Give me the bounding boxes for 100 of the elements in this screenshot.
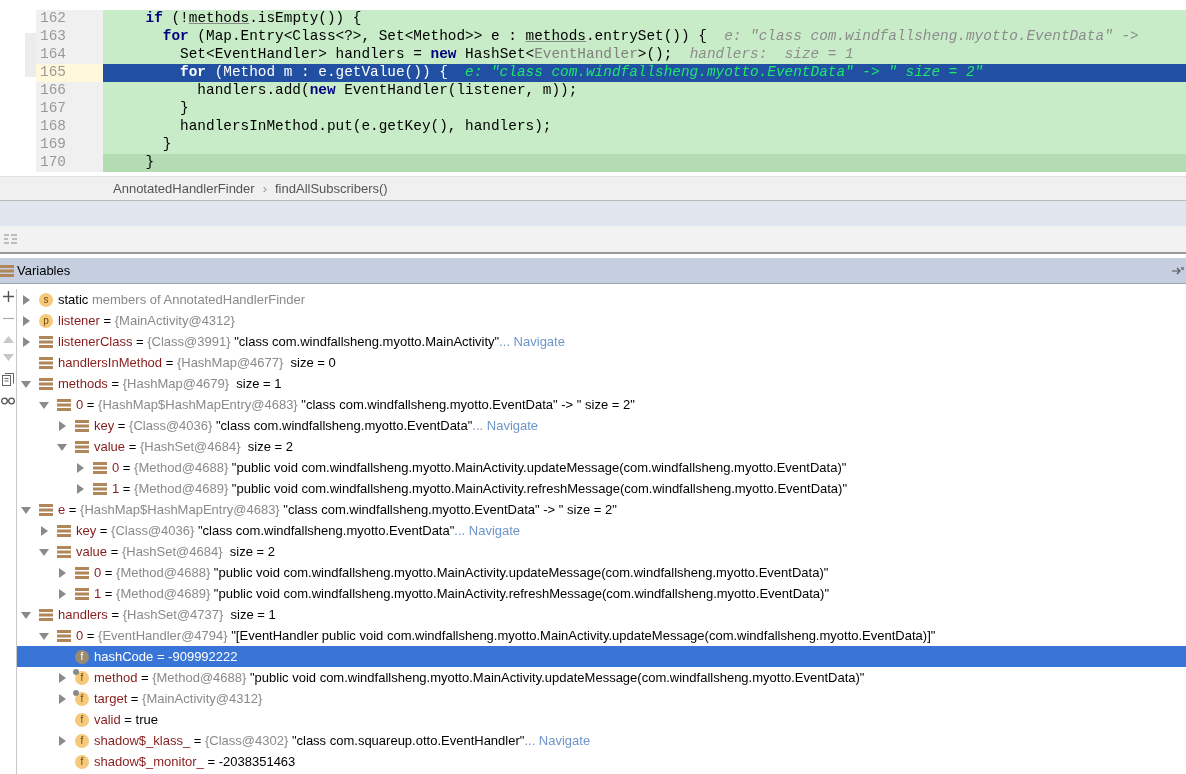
badge-icon: f bbox=[75, 649, 89, 664]
variable-name: static bbox=[58, 290, 89, 309]
variable-type: {Class@4036} bbox=[129, 416, 213, 435]
variable-row[interactable]: value = {HashSet@4684} size = 2 bbox=[17, 541, 1186, 562]
variable-row[interactable]: p listener = {MainActivity@4312} bbox=[17, 310, 1186, 331]
variable-row[interactable]: key = {Class@4036} "class com.windfallsheng.myotto.EventData"... Navigate bbox=[17, 520, 1186, 541]
stack-icon bbox=[75, 565, 89, 580]
line-number: 168 bbox=[36, 118, 103, 136]
plus-icon[interactable] bbox=[2, 291, 14, 302]
badge-icon: f bbox=[75, 691, 89, 706]
collapsed-arrow-icon[interactable] bbox=[57, 420, 67, 431]
variable-row[interactable]: key = {Class@4036} "class com.windfallsheng.myotto.EventData"... Navigate bbox=[17, 415, 1186, 436]
stack-icon bbox=[75, 418, 89, 433]
variable-row[interactable]: 0 = {HashMap$HashMapEntry@4683} "class com.windfallsheng.myotto.EventData" -> " size = 2" bbox=[17, 394, 1186, 415]
collapsed-arrow-icon[interactable] bbox=[39, 525, 49, 536]
variable-type: {MainActivity@4312} bbox=[142, 689, 263, 708]
variable-row[interactable]: f target = {MainActivity@4312} bbox=[17, 688, 1186, 709]
variable-value: -2038351463 bbox=[218, 752, 296, 771]
expanded-arrow-icon[interactable] bbox=[39, 630, 49, 641]
variable-row[interactable]: 0 = {Method@4688} "public void com.windfallsheng.myotto.MainActivity.updateMessage(com.windfallsheng.myotto.EventData)" bbox=[17, 562, 1186, 583]
line-number: 164 bbox=[36, 46, 103, 64]
variable-type: {HashMap@4679} bbox=[122, 374, 230, 393]
variable-row[interactable]: value = {HashSet@4684} size = 2 bbox=[17, 436, 1186, 457]
gutter-marker bbox=[25, 33, 36, 77]
collapsed-arrow-icon[interactable] bbox=[75, 462, 85, 473]
variable-row[interactable]: 0 = {Method@4688} "public void com.windfallsheng.myotto.MainActivity.updateMessage(com.windfallsheng.myotto.EventData)" bbox=[17, 457, 1186, 478]
equals-sign: = bbox=[98, 521, 109, 540]
variable-row[interactable]: methods = {HashMap@4679} size = 1 bbox=[17, 373, 1186, 394]
variable-row[interactable]: 0 = {EventHandler@4794} "[EventHandler public void com.windfallsheng.myotto.MainActivity.updateMessage(com.windfallsheng.myotto.EventData)]" bbox=[17, 625, 1186, 646]
collapsed-arrow-icon[interactable] bbox=[57, 672, 67, 683]
breadcrumb-item[interactable]: findAllSubscribers() bbox=[275, 178, 388, 199]
collapsed-arrow-icon[interactable] bbox=[57, 588, 67, 599]
variable-row[interactable]: e = {HashMap$HashMapEntry@4683} "class com.windfallsheng.myotto.EventData" -> " size = 2" bbox=[17, 499, 1186, 520]
expanded-arrow-icon[interactable] bbox=[21, 378, 31, 389]
equals-sign: = bbox=[135, 332, 145, 351]
badge-icon: f bbox=[75, 712, 89, 727]
variable-value: true bbox=[135, 710, 158, 729]
badge-icon: p bbox=[39, 313, 53, 328]
variable-row[interactable]: 1 = {Method@4689} "public void com.windfallsheng.myotto.MainActivity.refreshMessage(com.windfallsheng.myotto.EventData)" bbox=[17, 478, 1186, 499]
collapsed-arrow-icon[interactable] bbox=[21, 336, 31, 347]
variable-name: key bbox=[94, 416, 115, 435]
stack-icon bbox=[93, 481, 107, 496]
equals-sign: = bbox=[155, 647, 166, 666]
variable-name: method bbox=[94, 668, 138, 687]
glasses-icon[interactable] bbox=[1, 397, 15, 405]
variable-row[interactable]: f method = {Method@4688} "public void com.windfallsheng.myotto.MainActivity.updateMessage(com.windfallsheng.myotto.EventData)" bbox=[17, 667, 1186, 688]
variable-name: listenerClass bbox=[58, 332, 133, 351]
variable-value: "class com.squareup.otto.EventHandler" bbox=[290, 731, 525, 750]
breadcrumb-item[interactable]: AnnotatedHandlerFinder bbox=[113, 178, 255, 199]
equals-sign: = bbox=[109, 542, 120, 561]
variable-name: value bbox=[94, 437, 126, 456]
stack-icon bbox=[93, 460, 107, 475]
expanded-arrow-icon[interactable] bbox=[21, 504, 31, 515]
equals-sign: = bbox=[127, 437, 138, 456]
expanded-arrow-icon[interactable] bbox=[39, 546, 49, 557]
equals-sign: = bbox=[164, 353, 175, 372]
variable-row[interactable]: listenerClass = {Class@3991} "class com.windfallsheng.myotto.MainActivity"... Navigate bbox=[17, 331, 1186, 352]
variable-row[interactable]: f hashCode = -909992222 bbox=[17, 646, 1186, 667]
variable-row[interactable]: s static members of AnnotatedHandlerFinder bbox=[17, 289, 1186, 310]
line-number: 163 bbox=[36, 28, 103, 46]
variable-value: size = 0 bbox=[289, 353, 336, 372]
copy-icon[interactable] bbox=[2, 373, 14, 386]
variable-row[interactable]: f valid = true bbox=[17, 709, 1186, 730]
variable-type: {HashMap$HashMapEntry@4683} bbox=[80, 500, 280, 519]
variable-value: "class com.windfallsheng.myotto.EventData" bbox=[197, 521, 455, 540]
equals-sign: = bbox=[116, 416, 127, 435]
variable-name: shadow$_klass_ bbox=[94, 731, 191, 750]
collapsed-arrow-icon[interactable] bbox=[57, 567, 67, 578]
expanded-arrow-icon[interactable] bbox=[57, 441, 67, 452]
collapsed-arrow-icon[interactable] bbox=[21, 315, 31, 326]
pin-icon[interactable] bbox=[1172, 265, 1184, 276]
variable-name: handlersInMethod bbox=[58, 353, 163, 372]
expanded-arrow-icon[interactable] bbox=[21, 609, 31, 620]
panel-title: Variables bbox=[17, 261, 71, 280]
variable-row[interactable]: 1 = {Method@4689} "public void com.windfallsheng.myotto.MainActivity.refreshMessage(com.windfallsheng.myotto.EventData)" bbox=[17, 583, 1186, 604]
variable-row[interactable]: f shadow$_monitor_ = -2038351463 bbox=[17, 751, 1186, 772]
stack-icon bbox=[39, 376, 53, 391]
variable-name: shadow$_monitor_ bbox=[94, 752, 204, 771]
stack-icon bbox=[57, 544, 71, 559]
collapsed-arrow-icon[interactable] bbox=[57, 693, 67, 704]
variable-name: hashCode bbox=[94, 647, 154, 666]
stack-icon bbox=[0, 263, 14, 278]
variable-value: "public void com.windfallsheng.myotto.MainActivity.updateMessage(com.windfallsheng.myotto.EventData)" bbox=[249, 668, 865, 687]
collapsed-arrow-icon[interactable] bbox=[75, 483, 85, 494]
variable-type: {HashSet@4737} bbox=[122, 605, 224, 624]
variable-value: size = 1 bbox=[235, 374, 282, 393]
equals-sign: = bbox=[103, 563, 114, 582]
variable-type: {HashMap$HashMapEntry@4683} bbox=[98, 395, 298, 414]
expanded-arrow-icon[interactable] bbox=[39, 399, 49, 410]
collapsed-arrow-icon[interactable] bbox=[57, 735, 67, 746]
variable-name: e bbox=[58, 500, 66, 519]
equals-sign: = bbox=[85, 626, 96, 645]
line-number: 166 bbox=[36, 82, 103, 100]
equals-sign: = bbox=[121, 479, 132, 498]
variable-name: methods bbox=[58, 374, 108, 393]
variable-row[interactable]: f shadow$_klass_ = {Class@4302} "class com.squareup.otto.EventHandler"... Navigate bbox=[17, 730, 1186, 751]
variable-row[interactable]: handlersInMethod = {HashMap@4677} size = 0 bbox=[17, 352, 1186, 373]
variable-row[interactable]: handlers = {HashSet@4737} size = 1 bbox=[17, 604, 1186, 625]
stack-icon bbox=[57, 523, 71, 538]
collapsed-arrow-icon[interactable] bbox=[21, 294, 31, 305]
